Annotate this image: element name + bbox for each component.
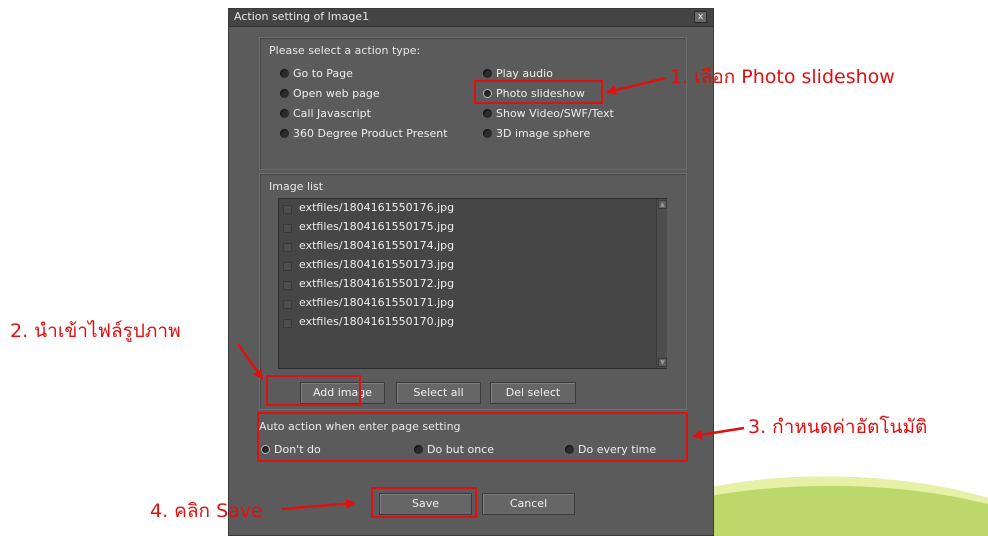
arrow-step4	[281, 498, 356, 511]
arrow-step3	[692, 426, 745, 440]
arrow-step1	[606, 76, 667, 95]
annotation-step2: 2. นำเข้าไฟล์รูปภาพ	[10, 320, 181, 342]
annotation-step1: 1. เลือก Photo slideshow	[670, 66, 895, 88]
annotation-step3: 3. กำหนดค่าอัตโนมัติ	[748, 416, 928, 438]
arrow-step2	[236, 343, 264, 380]
annotation-step4: 4. คลิก Save	[150, 500, 263, 522]
